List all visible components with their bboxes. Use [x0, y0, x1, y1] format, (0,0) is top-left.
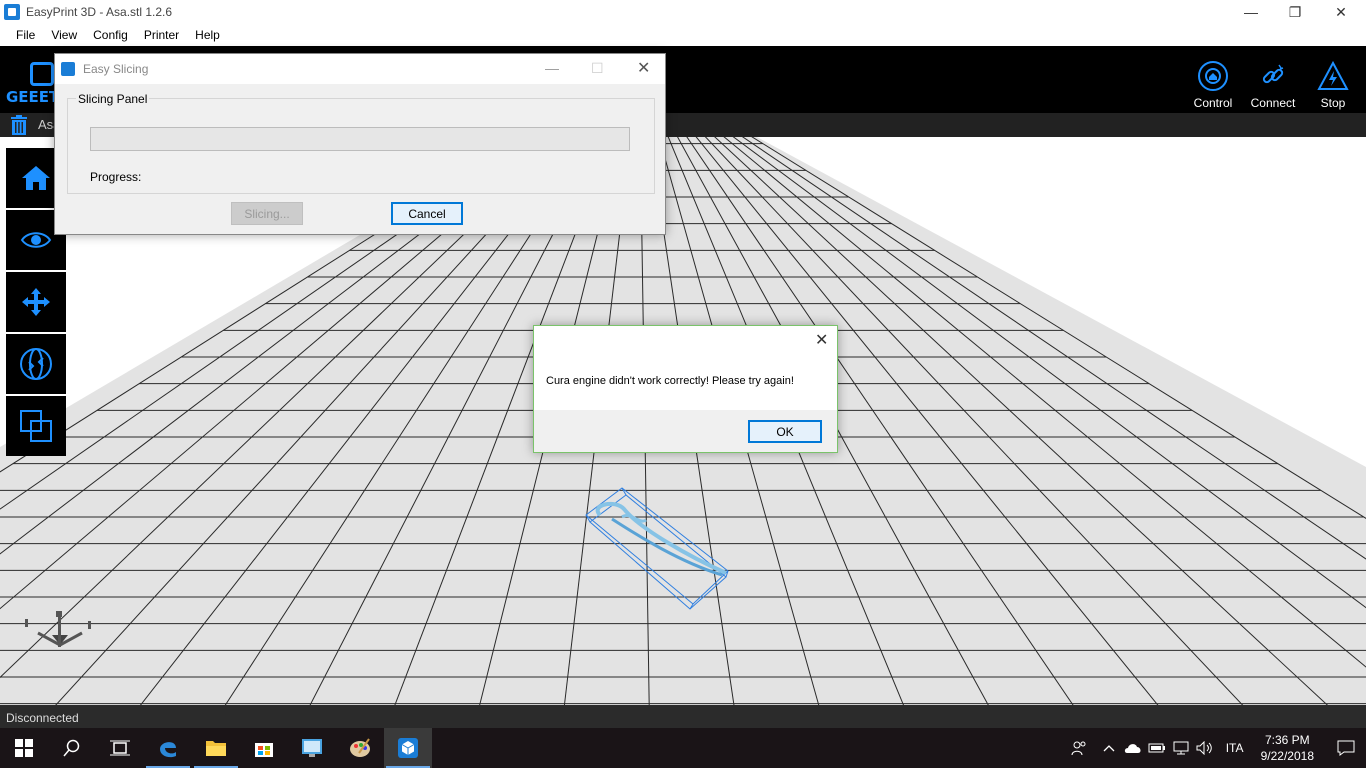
- close-button[interactable]: ✕: [637, 58, 650, 78]
- eye-icon: [20, 232, 52, 248]
- move-arrows-icon: [22, 288, 50, 316]
- error-message-dialog: ✕ Cura engine didn't work correctly! Ple…: [533, 325, 838, 453]
- taskbar-edge[interactable]: [144, 728, 192, 768]
- move-button[interactable]: [6, 272, 66, 332]
- menu-help[interactable]: Help: [187, 28, 228, 42]
- logo-text: GEEET: [6, 88, 60, 106]
- control-panel-icon: [302, 739, 322, 757]
- slicing-button: Slicing...: [231, 202, 303, 225]
- ok-button[interactable]: OK: [748, 420, 822, 443]
- app-icon: [61, 62, 75, 76]
- status-bar: Disconnected: [0, 705, 1366, 729]
- cancel-button[interactable]: Cancel: [391, 202, 463, 225]
- search-button[interactable]: [48, 728, 96, 768]
- warning-bolt-icon: [1317, 60, 1349, 90]
- taskbar-easyprint3d[interactable]: [384, 728, 432, 768]
- rotate-icon: [20, 348, 52, 380]
- volume-icon[interactable]: [1193, 728, 1217, 768]
- folder-icon: [206, 741, 226, 756]
- clock[interactable]: 7:36 PM 9/22/2018: [1261, 732, 1314, 764]
- menu-printer[interactable]: Printer: [136, 28, 187, 42]
- logo-mark-icon: [30, 62, 54, 86]
- network-icon[interactable]: [1169, 728, 1193, 768]
- maximize-button: ☐: [591, 60, 604, 76]
- control-label: Control: [1193, 96, 1233, 110]
- windows-icon: [15, 739, 33, 757]
- message-area: ✕ Cura engine didn't work correctly! Ple…: [534, 326, 837, 410]
- window-title: EasyPrint 3D - Asa.stl 1.2.6: [26, 5, 173, 19]
- start-button[interactable]: [0, 728, 48, 768]
- control-button[interactable]: Control: [1183, 60, 1243, 110]
- clock-date: 9/22/2018: [1260, 749, 1314, 763]
- progress-bar: [90, 127, 630, 151]
- task-view-button[interactable]: [96, 728, 144, 768]
- title-bar: EasyPrint 3D - Asa.stl 1.2.6 — ❐ ✕: [0, 0, 1366, 24]
- search-icon: [63, 739, 80, 757]
- onedrive-cloud-icon[interactable]: [1121, 728, 1145, 768]
- minimize-button[interactable]: —: [545, 60, 559, 76]
- battery-icon[interactable]: [1145, 728, 1169, 768]
- connect-button[interactable]: Connect: [1243, 60, 1303, 110]
- rotate-button[interactable]: [6, 334, 66, 394]
- connect-label: Connect: [1250, 96, 1296, 110]
- home-icon: [22, 166, 50, 190]
- connection-status: Disconnected: [6, 711, 79, 725]
- app-icon: [4, 4, 20, 20]
- task-view-icon: [110, 740, 130, 756]
- clock-time: 7:36 PM: [1264, 733, 1310, 747]
- logo: GEEET: [6, 62, 59, 106]
- link-icon: [1262, 64, 1284, 84]
- system-tray: ITA 7:36 PM 9/22/2018: [1061, 728, 1366, 768]
- control-icon: [1198, 61, 1228, 91]
- language-indicator[interactable]: ITA: [1217, 728, 1253, 768]
- slicing-dialog-title-bar: Easy Slicing — ☐ ✕: [55, 54, 665, 84]
- taskbar-paint[interactable]: [336, 728, 384, 768]
- store-icon: [255, 743, 273, 757]
- taskbar-control-panel[interactable]: [288, 728, 336, 768]
- error-message-text: Cura engine didn't work correctly! Pleas…: [546, 375, 794, 387]
- maximize-button[interactable]: ❐: [1272, 0, 1318, 24]
- taskbar: ITA 7:36 PM 9/22/2018: [0, 728, 1366, 768]
- chevron-up-icon[interactable]: [1097, 728, 1121, 768]
- easyprint-app-icon: [398, 738, 418, 758]
- menu-bar: File View Config Printer Help: [0, 24, 1366, 46]
- minimize-button[interactable]: —: [1228, 0, 1274, 24]
- stop-label: Stop: [1320, 96, 1346, 110]
- scale-button[interactable]: [6, 396, 66, 456]
- edge-icon: [160, 742, 176, 758]
- trash-icon[interactable]: [10, 115, 28, 135]
- stop-button[interactable]: Stop: [1303, 60, 1363, 110]
- menu-file[interactable]: File: [8, 28, 43, 42]
- slicing-panel-label: Slicing Panel: [76, 92, 150, 106]
- notifications-icon[interactable]: [1326, 728, 1366, 768]
- progress-label: Progress:: [90, 170, 142, 184]
- paint-palette-icon: [350, 738, 370, 757]
- scale-icon: [20, 410, 52, 442]
- easy-slicing-dialog: Easy Slicing — ☐ ✕ Slicing Panel Progres…: [54, 53, 666, 235]
- close-button[interactable]: ✕: [1318, 0, 1364, 24]
- people-icon[interactable]: [1061, 728, 1097, 768]
- taskbar-file-explorer[interactable]: [192, 728, 240, 768]
- menu-config[interactable]: Config: [85, 28, 136, 42]
- slicing-panel-group: Slicing Panel Progress:: [67, 92, 655, 194]
- close-icon[interactable]: ✕: [815, 330, 828, 350]
- menu-view[interactable]: View: [43, 28, 85, 42]
- slicing-dialog-title: Easy Slicing: [83, 62, 149, 76]
- taskbar-store[interactable]: [240, 728, 288, 768]
